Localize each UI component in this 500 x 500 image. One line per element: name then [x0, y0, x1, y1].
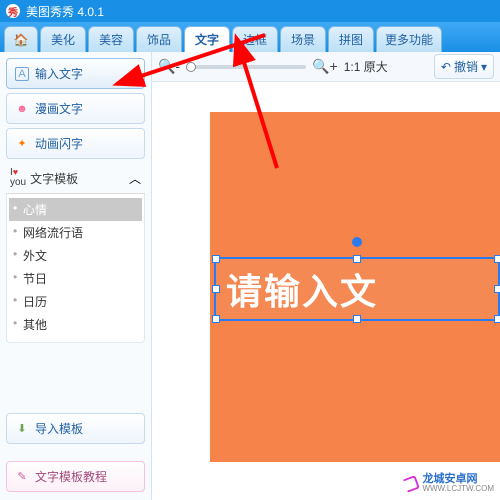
text-placeholder[interactable]: 请输入文: [226, 263, 378, 315]
tutorial-button[interactable]: ✎ 文字模板教程: [6, 461, 145, 492]
undo-dropdown-icon[interactable]: ▾: [481, 60, 487, 74]
tree-item-calendar[interactable]: 日历: [9, 290, 142, 313]
titlebar: 秀 美图秀秀 4.0.1: [0, 0, 500, 22]
sidebar: A 输入文字 ☻ 漫画文字 ✦ 动画闪字 I♥you 文字模板 ︿ 心情 网络流…: [0, 52, 152, 500]
template-section-header[interactable]: I♥you 文字模板 ︿: [6, 163, 145, 194]
import-icon: ⬇: [15, 422, 29, 436]
zoom-in-icon[interactable]: 🔍+: [312, 58, 338, 75]
resize-handle-bm[interactable]: [353, 315, 361, 323]
app-logo-icon: 秀: [6, 4, 20, 18]
canvas[interactable]: 请输入文 龙城安卓网 WWW.LCJTW.COM: [152, 82, 500, 500]
text-a-icon: A: [15, 67, 29, 81]
main-tabbar: 🏠 美化 美容 饰品 文字 边框 场景 拼图 更多功能: [0, 22, 500, 52]
tab-collage-label: 拼图: [339, 31, 363, 48]
tree-item-mood[interactable]: 心情: [9, 198, 142, 221]
resize-handle-mr[interactable]: [494, 285, 500, 293]
tab-portrait[interactable]: 美容: [88, 26, 134, 52]
resize-handle-br[interactable]: [494, 315, 500, 323]
home-icon: 🏠: [14, 33, 29, 47]
zoom-ratio-label[interactable]: 1:1 原大: [344, 58, 388, 75]
zoom-slider[interactable]: [186, 65, 306, 69]
undo-icon: ↶: [441, 60, 451, 74]
zoom-out-icon[interactable]: 🔍-: [158, 58, 180, 75]
comic-text-button[interactable]: ☻ 漫画文字: [6, 93, 145, 124]
tab-portrait-label: 美容: [99, 31, 123, 48]
resize-handle-ml[interactable]: [212, 285, 220, 293]
collapse-icon[interactable]: ︿: [129, 170, 141, 187]
tab-scene-label: 场景: [291, 31, 315, 48]
import-template-button[interactable]: ⬇ 导入模板: [6, 413, 145, 444]
import-label: 导入模板: [35, 420, 83, 437]
input-text-label: 输入文字: [35, 65, 83, 82]
tab-text-label: 文字: [195, 31, 219, 48]
resize-handle-tr[interactable]: [494, 255, 500, 263]
tab-beautify-label: 美化: [51, 31, 75, 48]
anim-icon: ✦: [15, 137, 29, 151]
rotate-handle[interactable]: [352, 237, 362, 247]
undo-label: 撤销: [454, 58, 478, 75]
canvas-area: 🔍- 🔍+ 1:1 原大 ↶ 撤销 ▾: [152, 52, 500, 500]
resize-handle-tm[interactable]: [353, 255, 361, 263]
tab-text[interactable]: 文字: [184, 26, 230, 52]
watermark: 龙城安卓网 WWW.LCJTW.COM: [404, 473, 494, 494]
tree-item-netslang[interactable]: 网络流行语: [9, 221, 142, 244]
tab-frame[interactable]: 边框: [232, 26, 278, 52]
tab-home[interactable]: 🏠: [4, 26, 38, 52]
app-title: 美图秀秀 4.0.1: [26, 3, 104, 20]
input-text-button[interactable]: A 输入文字: [6, 58, 145, 89]
tutorial-label: 文字模板教程: [35, 468, 107, 485]
undo-button[interactable]: ↶ 撤销 ▾: [434, 54, 494, 79]
tab-more[interactable]: 更多功能: [376, 26, 442, 52]
tab-decor-label: 饰品: [147, 31, 171, 48]
tab-more-label: 更多功能: [385, 31, 433, 48]
watermark-url: WWW.LCJTW.COM: [422, 485, 494, 494]
heart-icon: I♥you: [10, 168, 26, 188]
template-header-label: 文字模板: [30, 170, 78, 187]
comic-text-label: 漫画文字: [35, 100, 83, 117]
wand-icon: ✎: [15, 470, 29, 484]
tab-collage[interactable]: 拼图: [328, 26, 374, 52]
tree-item-foreign[interactable]: 外文: [9, 244, 142, 267]
anim-text-label: 动画闪字: [35, 135, 83, 152]
tab-scene[interactable]: 场景: [280, 26, 326, 52]
zoom-slider-thumb[interactable]: [186, 62, 196, 72]
text-selection-box[interactable]: 请输入文: [214, 257, 500, 321]
tab-frame-label: 边框: [243, 31, 267, 48]
tab-decor[interactable]: 饰品: [136, 26, 182, 52]
anim-text-button[interactable]: ✦ 动画闪字: [6, 128, 145, 159]
resize-handle-bl[interactable]: [212, 315, 220, 323]
tree-item-other[interactable]: 其他: [9, 313, 142, 336]
tab-beautify[interactable]: 美化: [40, 26, 86, 52]
comic-icon: ☻: [15, 102, 29, 116]
template-tree: 心情 网络流行语 外文 节日 日历 其他: [6, 194, 145, 343]
tree-item-festival[interactable]: 节日: [9, 267, 142, 290]
watermark-logo-icon: [402, 475, 420, 493]
resize-handle-tl[interactable]: [212, 255, 220, 263]
canvas-toolbar: 🔍- 🔍+ 1:1 原大 ↶ 撤销 ▾: [152, 52, 500, 82]
